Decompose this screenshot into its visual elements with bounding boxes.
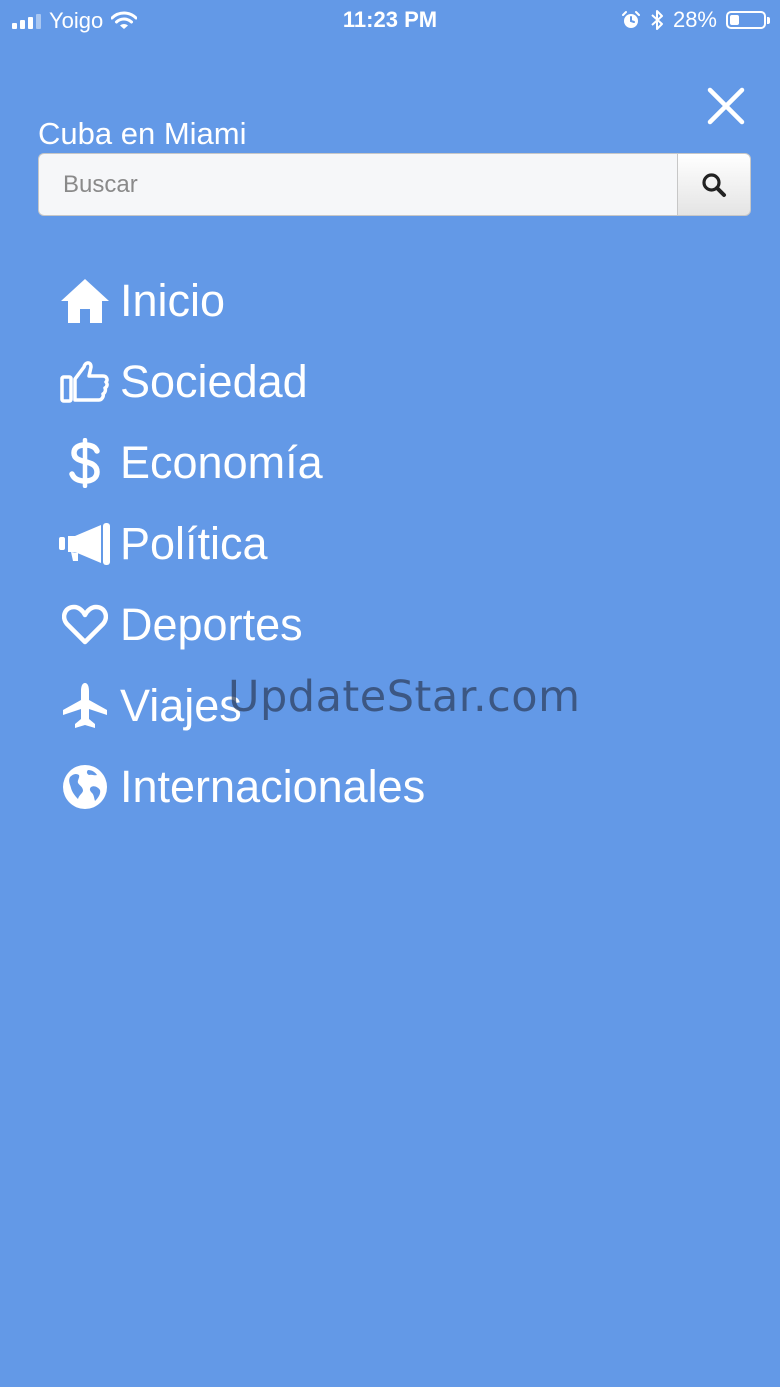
menu-item-inicio[interactable]: Inicio [54, 260, 425, 341]
watermark: UpdateStar.com [228, 672, 581, 722]
search-icon [702, 172, 726, 197]
menu-label-sociedad: Sociedad [120, 355, 308, 407]
status-right: 28% [621, 7, 770, 33]
menu-label-politica: Política [120, 517, 268, 569]
menu-label-viajes: Viajes [120, 679, 242, 731]
close-button[interactable] [702, 82, 750, 130]
globe-icon [54, 759, 116, 815]
megaphone-icon [54, 516, 116, 572]
menu-label-inicio: Inicio [120, 274, 226, 326]
menu-item-deportes[interactable]: Deportes [54, 584, 425, 665]
plane-icon [54, 678, 116, 734]
search-button[interactable] [677, 153, 751, 216]
dollar-icon [54, 435, 116, 491]
menu-label-economia: Economía [120, 436, 323, 488]
menu-item-internacionales[interactable]: Internacionales [54, 746, 425, 827]
alarm-icon [621, 11, 640, 28]
bluetooth-icon [651, 10, 663, 30]
heart-icon [54, 597, 116, 653]
search-input[interactable] [38, 153, 677, 216]
menu-item-sociedad[interactable]: Sociedad [54, 341, 425, 422]
close-icon [707, 87, 745, 125]
menu-item-economia[interactable]: Economía [54, 422, 425, 503]
menu-item-politica[interactable]: Política [54, 503, 425, 584]
status-bar: Yoigo 11:23 PM 28% [0, 0, 780, 40]
home-icon [54, 273, 116, 329]
thumbs-up-icon [54, 354, 116, 410]
menu-label-internacionales: Internacionales [120, 760, 426, 812]
site-title: Cuba en Miami [38, 116, 247, 151]
battery-percent: 28% [672, 7, 717, 32]
search-form [38, 153, 751, 216]
menu-label-deportes: Deportes [120, 598, 303, 650]
nav-menu: Inicio Sociedad Economía Política Deport… [54, 260, 425, 827]
battery-icon [726, 11, 770, 29]
